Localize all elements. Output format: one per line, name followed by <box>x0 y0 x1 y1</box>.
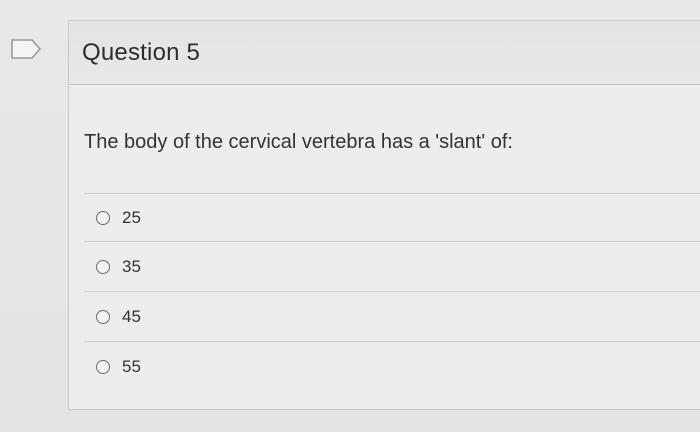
question-card: Question 5 The body of the cervical vert… <box>68 20 700 410</box>
question-header: Question 5 <box>69 21 700 85</box>
option-35[interactable]: 35 <box>84 241 700 291</box>
option-label: 55 <box>122 356 141 376</box>
radio-button-icon[interactable] <box>96 259 110 274</box>
option-label: 25 <box>122 207 141 227</box>
option-label: 45 <box>122 306 141 326</box>
radio-button-icon[interactable] <box>96 210 110 225</box>
option-25[interactable]: 25 <box>84 193 700 241</box>
option-55[interactable]: 55 <box>84 341 700 391</box>
radio-button-icon[interactable] <box>96 309 110 324</box>
flag-icon[interactable] <box>10 38 42 60</box>
radio-button-icon[interactable] <box>96 359 110 374</box>
option-label: 35 <box>122 256 141 276</box>
question-text: The body of the cervical vertebra has a … <box>84 131 513 153</box>
quiz-page: Question 5 The body of the cervical vert… <box>0 0 700 432</box>
question-title: Question 5 <box>82 38 201 66</box>
answer-options: 25 35 45 55 <box>84 193 700 391</box>
option-45[interactable]: 45 <box>84 291 700 341</box>
